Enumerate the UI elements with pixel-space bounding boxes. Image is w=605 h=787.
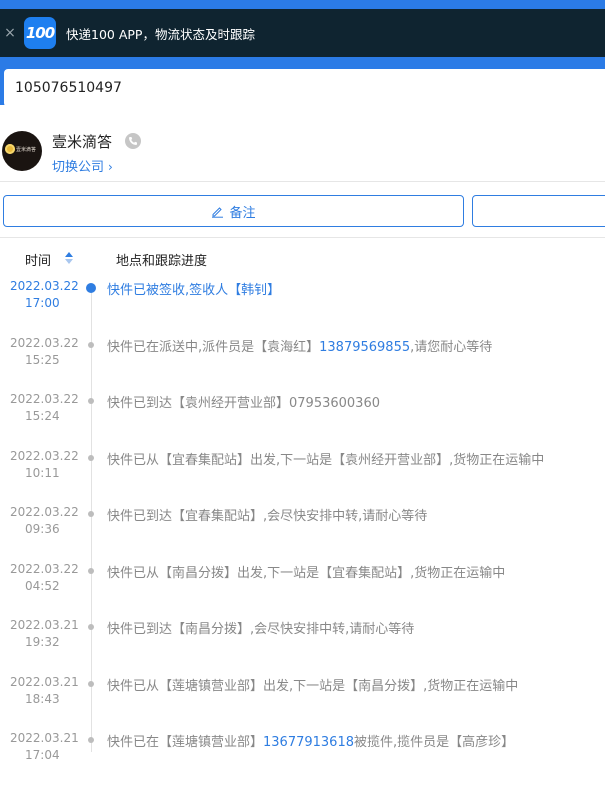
- event-time: 04:52: [25, 578, 60, 593]
- event-text-tail: ,请您耐心等待: [410, 339, 493, 355]
- event-time: 18:43: [25, 691, 60, 706]
- event-time: 10:11: [25, 465, 60, 480]
- switch-company-link[interactable]: 切换公司 ›: [52, 156, 113, 175]
- timeline-row: 2022.03.22 04:52 快件已从【南昌分拨】出发,下一站是【宜春集配站】,…: [0, 562, 605, 618]
- event-text: 快件已被签收,签收人【韩钊】: [107, 283, 281, 298]
- timeline-row: 2022.03.22 15:25 快件已在派送中,派件员是【袁海红】13879569…: [0, 336, 605, 392]
- search-bar: 105076510497: [0, 57, 605, 107]
- event-text: 快件已到达【袁州经开营业部】07953600360: [107, 396, 380, 411]
- company-logo-text: 壹米滴答: [16, 147, 37, 153]
- pencil-icon: [212, 206, 224, 218]
- event-time: 09:36: [25, 522, 60, 536]
- note-button-label: 备注: [229, 205, 256, 221]
- event-text: 快件已在派送中,派件员是【袁海红】: [107, 339, 320, 355]
- chevron-right-icon: ›: [108, 160, 113, 174]
- event-description: 快件已在派送中,派件员是【袁海红】13879569855,请您耐心等待: [107, 336, 492, 355]
- event-description: 快件已到达【宜春集配站】,会尽快安排中转,请耐心等待: [107, 505, 427, 524]
- timeline-dot-icon: [86, 283, 96, 293]
- event-date: 2022.03.22: [10, 561, 79, 576]
- event-description: 快件已被签收,签收人【韩钊】: [107, 279, 280, 298]
- timeline-dot-icon: [88, 511, 94, 517]
- timeline-row: 2022.03.21 17:04 快件已在【莲塘镇营业部】13677913618被揽…: [0, 731, 605, 787]
- event-text: 快件已从【南昌分拨】出发,下一站是【宜春集配站】,货物正在运输中: [107, 565, 506, 581]
- timeline-row: 2022.03.21 19:32 快件已到达【南昌分拨】,会尽快安排中转,请耐心等待: [0, 618, 605, 674]
- timeline-dot-icon: [88, 737, 94, 743]
- timeline-dot-icon: [88, 680, 94, 687]
- company-logo: 壹米滴答: [2, 131, 42, 171]
- event-date: 2022.03.22: [10, 448, 79, 463]
- event-text: 快件已从【莲塘镇营业部】出发,下一站是【南昌分拨】,货物正在运输中: [107, 678, 519, 694]
- event-time: 17:04: [25, 748, 60, 762]
- event-text: 快件已在【莲塘镇营业部】: [107, 735, 264, 750]
- event-text-tail: 被揽件,揽件员是【高彦珍】: [354, 735, 515, 750]
- event-description: 快件已在【莲塘镇营业部】13677913618被揽件,揽件员是【高彦珍】: [107, 731, 514, 750]
- tracking-number-input[interactable]: 105076510497: [4, 69, 605, 107]
- event-description: 快件已从【莲塘镇营业部】出发,下一站是【南昌分拨】,货物正在运输中: [107, 675, 518, 694]
- flower-icon: [5, 144, 15, 154]
- event-description: 快件已从【宜春集配站】出发,下一站是【袁州经开营业部】,货物正在运输中: [107, 449, 544, 468]
- event-date: 2022.03.22: [10, 279, 79, 293]
- event-date: 2022.03.21: [10, 674, 79, 689]
- close-banner-button[interactable]: ×: [2, 25, 18, 41]
- sort-icon[interactable]: [63, 251, 75, 265]
- progress-column-header: 地点和跟踪进度: [116, 254, 208, 269]
- timeline-dot-icon: [88, 624, 94, 630]
- timeline-row: 2022.03.21 18:43 快件已从【莲塘镇营业部】出发,下一站是【南昌分拨】…: [0, 675, 605, 731]
- company-info: 壹米滴答 壹米滴答 切换公司 ›: [0, 126, 605, 181]
- phone-glyph-icon: [129, 137, 137, 145]
- event-date: 2022.03.22: [10, 392, 79, 406]
- courier-phone-link[interactable]: 13879569855: [319, 340, 410, 355]
- event-description: 快件已到达【南昌分拨】,会尽快安排中转,请耐心等待: [107, 618, 414, 637]
- event-date: 2022.03.21: [10, 618, 79, 632]
- app-download-banner[interactable]: × 100 快递100 APP，物流状态及时跟踪: [0, 9, 605, 57]
- switch-company-label: 切换公司: [52, 160, 105, 175]
- phone-icon[interactable]: [125, 133, 141, 149]
- secondary-action-button[interactable]: [472, 195, 605, 227]
- event-text: 快件已从【宜春集配站】出发,下一站是【袁州经开营业部】,货物正在运输中: [107, 452, 545, 468]
- note-button[interactable]: 备注: [3, 195, 464, 227]
- event-text: 快件已到达【宜春集配站】,会尽快安排中转,请耐心等待: [107, 509, 428, 524]
- timeline-row: 2022.03.22 09:36 快件已到达【宜春集配站】,会尽快安排中转,请耐心等…: [0, 505, 605, 561]
- event-date: 2022.03.21: [10, 731, 79, 745]
- company-name: 壹米滴答: [52, 133, 113, 151]
- event-text: 快件已到达【南昌分拨】,会尽快安排中转,请耐心等待: [107, 622, 415, 637]
- app-logo-icon: 100: [24, 17, 56, 49]
- event-description: 快件已到达【袁州经开营业部】07953600360: [107, 392, 380, 411]
- banner-text: 快递100 APP，物流状态及时跟踪: [66, 26, 255, 42]
- event-date: 2022.03.22: [10, 335, 79, 350]
- timeline-dot-icon: [88, 454, 94, 461]
- courier-phone-link[interactable]: 13677913618: [263, 735, 354, 750]
- timeline-row: 2022.03.22 17:00 快件已被签收,签收人【韩钊】: [0, 279, 605, 335]
- event-time: 17:00: [25, 296, 60, 310]
- timeline-dot-icon: [88, 341, 94, 348]
- event-time: 19:32: [25, 635, 60, 649]
- divider: [0, 181, 605, 182]
- top-accent-bar: [0, 0, 605, 9]
- timeline-dot-icon: [88, 567, 94, 574]
- event-time: 15:24: [25, 409, 60, 423]
- event-time: 15:25: [25, 352, 60, 367]
- divider: [0, 237, 605, 238]
- timeline-row: 2022.03.22 15:24 快件已到达【袁州经开营业部】07953600360: [0, 392, 605, 448]
- event-description: 快件已从【南昌分拨】出发,下一站是【宜春集配站】,货物正在运输中: [107, 562, 505, 581]
- timeline-row: 2022.03.22 10:11 快件已从【宜春集配站】出发,下一站是【袁州经开营业…: [0, 449, 605, 505]
- timeline-dot-icon: [88, 398, 94, 404]
- event-date: 2022.03.22: [10, 505, 79, 519]
- time-column-header[interactable]: 时间: [25, 250, 51, 269]
